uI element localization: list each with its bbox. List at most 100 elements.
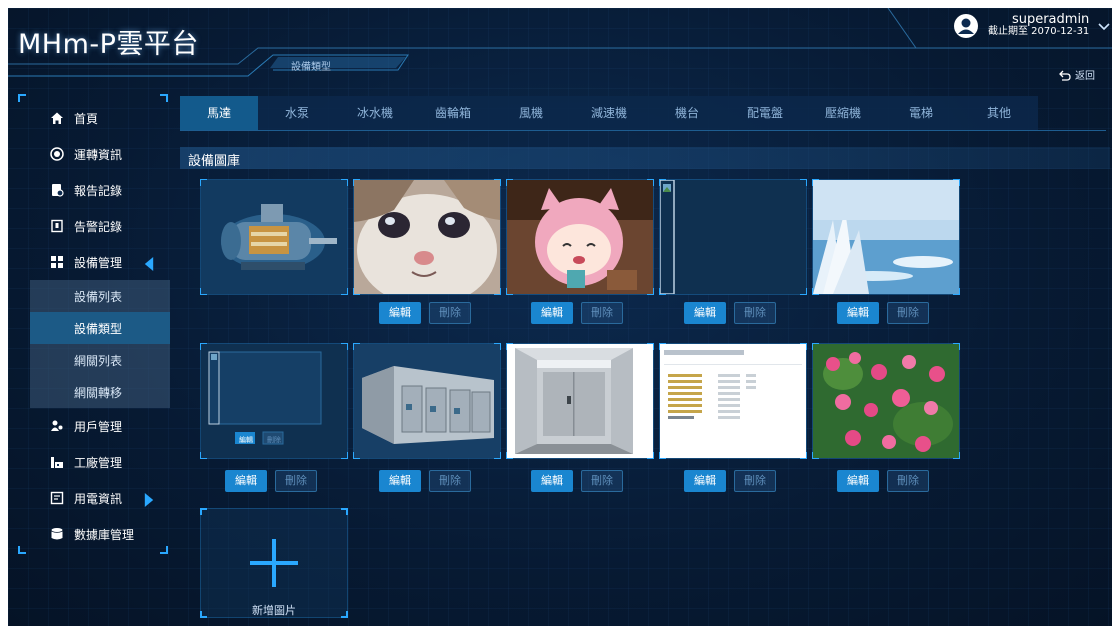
sidebar-item-label: 運轉資訊 [74, 147, 123, 162]
sidebar-item-alarms[interactable]: 告警記錄 [30, 208, 170, 244]
tab-fan[interactable]: 風機 [492, 96, 570, 130]
gallery-card[interactable] [506, 179, 654, 295]
home-icon [51, 112, 63, 124]
edit-button[interactable]: 編輯 [837, 470, 879, 492]
gallery-card[interactable] [812, 343, 960, 459]
delete-button[interactable]: 刪除 [887, 302, 929, 324]
delete-button[interactable]: 刪除 [581, 302, 623, 324]
edit-button[interactable]: 編輯 [684, 302, 726, 324]
add-image-card[interactable]: 新增圖片 [200, 508, 348, 618]
target-icon [50, 147, 64, 161]
corner-bracket [18, 546, 26, 554]
gallery-card[interactable]: 編輯 刪除 [200, 343, 348, 459]
gallery-card[interactable] [353, 343, 501, 459]
delete-button[interactable]: 刪除 [734, 302, 776, 324]
back-arrow-icon [1059, 70, 1071, 81]
motor-cutaway-image [201, 180, 347, 294]
mini-edit-label: 編輯 [239, 436, 253, 444]
submenu-gateway-transfer[interactable]: 網關轉移 [30, 376, 170, 408]
database-icon [51, 528, 63, 540]
user-expiry: 截止期至 2070-12-31 [988, 26, 1090, 37]
tabs-divider [180, 130, 1106, 131]
sidebar-item-database-mgmt[interactable]: 數據庫管理 [30, 516, 170, 552]
tab-reducer[interactable]: 減速機 [570, 96, 648, 130]
sidebar-item-label: 告警記錄 [74, 219, 123, 234]
gallery-card[interactable] [812, 179, 960, 295]
tab-gearbox[interactable]: 齒輪箱 [414, 96, 492, 130]
tab-elevator[interactable]: 電梯 [882, 96, 960, 130]
sidebar-menu: 首頁 運轉資訊 報告記錄 告警記錄 設備管理 設備列表 設備類型 網關列表 網關… [30, 100, 170, 552]
back-button[interactable]: 返回 [1058, 67, 1095, 82]
gallery-card[interactable] [353, 179, 501, 295]
edit-button[interactable]: 編輯 [684, 470, 726, 492]
tab-other[interactable]: 其他 [960, 96, 1038, 130]
sidebar-item-label: 用戶管理 [74, 419, 123, 434]
sidebar-item-factory-mgmt[interactable]: 工廠管理 [30, 444, 170, 480]
sidebar-item-label: 用電資訊 [74, 491, 123, 506]
delete-button[interactable]: 刪除 [581, 470, 623, 492]
tab-pump[interactable]: 水泵 [258, 96, 336, 130]
device-submenu: 設備列表 設備類型 網關列表 網關轉移 [30, 280, 170, 408]
chevron-down-icon[interactable] [1097, 21, 1111, 31]
edit-button[interactable]: 編輯 [837, 302, 879, 324]
corner-bracket [18, 94, 26, 102]
tab-chiller[interactable]: 冰水機 [336, 96, 414, 130]
page-tag: 設備類型 [291, 62, 331, 73]
users-icon [51, 420, 63, 431]
sidebar-item-operation-info[interactable]: 運轉資訊 [30, 136, 170, 172]
add-image-label: 新增圖片 [252, 604, 296, 617]
app-logo: MHm-P雲平台 [18, 29, 199, 60]
delete-button[interactable]: 刪除 [429, 302, 471, 324]
alarm-icon [51, 219, 63, 233]
switchgear-cabinet-image [354, 344, 500, 458]
delete-button[interactable]: 刪除 [734, 470, 776, 492]
sidebar-item-label: 首頁 [74, 111, 99, 126]
sidebar-item-power-info[interactable]: 用電資訊 [30, 480, 170, 516]
anime-cat-girl-image [507, 180, 653, 294]
caret-right-icon [144, 493, 154, 507]
delete-button[interactable]: 刪除 [429, 470, 471, 492]
device-type-tabs: 馬達 水泵 冰水機 齒輪箱 風機 減速機 機台 配電盤 壓縮機 電梯 其他 [180, 96, 1038, 130]
broken-image [660, 180, 806, 294]
edit-button[interactable]: 編輯 [531, 302, 573, 324]
sidebar-item-device-mgmt[interactable]: 設備管理 [30, 244, 170, 280]
elevator-car-image [507, 344, 653, 458]
back-label: 返回 [1075, 71, 1095, 82]
app-window: MHm-P雲平台 設備類型 superadmin 截止期至 2070-12-31… [8, 8, 1112, 626]
sidebar-item-label: 設備管理 [74, 255, 123, 270]
submenu-gateway-list[interactable]: 網關列表 [30, 344, 170, 376]
gallery-title: 設備圖庫 [188, 154, 241, 169]
factory-icon [51, 457, 63, 468]
gallery-card[interactable] [659, 343, 807, 459]
edit-button[interactable]: 編輯 [531, 470, 573, 492]
gallery-header: 設備圖庫 [180, 147, 1110, 169]
pink-flowers-image [813, 344, 959, 458]
crying-cat-image [354, 180, 500, 294]
submenu-device-list[interactable]: 設備列表 [30, 280, 170, 312]
gallery-card[interactable] [506, 343, 654, 459]
gallery-card[interactable] [200, 179, 348, 295]
power-icon [50, 491, 64, 505]
submenu-device-types[interactable]: 設備類型 [30, 312, 170, 344]
tab-switchboard[interactable]: 配電盤 [726, 96, 804, 130]
edit-button[interactable]: 編輯 [225, 470, 267, 492]
sidebar-item-label: 工廠管理 [74, 455, 123, 470]
tab-compressor[interactable]: 壓縮機 [804, 96, 882, 130]
edit-button[interactable]: 編輯 [379, 470, 421, 492]
caret-left-icon [144, 257, 154, 271]
tab-motor[interactable]: 馬達 [180, 96, 258, 130]
grid-icon [51, 256, 63, 268]
frosted-lake-image [813, 180, 959, 294]
sidebar-item-user-mgmt[interactable]: 用戶管理 [30, 408, 170, 444]
sidebar-item-label: 報告記錄 [74, 183, 123, 198]
delete-button[interactable]: 刪除 [887, 470, 929, 492]
edit-button[interactable]: 編輯 [379, 302, 421, 324]
sidebar-item-home[interactable]: 首頁 [30, 100, 170, 136]
plus-icon [250, 539, 298, 587]
user-menu[interactable]: superadmin 截止期至 2070-12-31 [954, 12, 1111, 38]
gallery-card[interactable] [659, 179, 807, 295]
sidebar-item-reports[interactable]: 報告記錄 [30, 172, 170, 208]
tab-machine[interactable]: 機台 [648, 96, 726, 130]
delete-button[interactable]: 刪除 [275, 470, 317, 492]
user-name: superadmin [1011, 12, 1090, 27]
